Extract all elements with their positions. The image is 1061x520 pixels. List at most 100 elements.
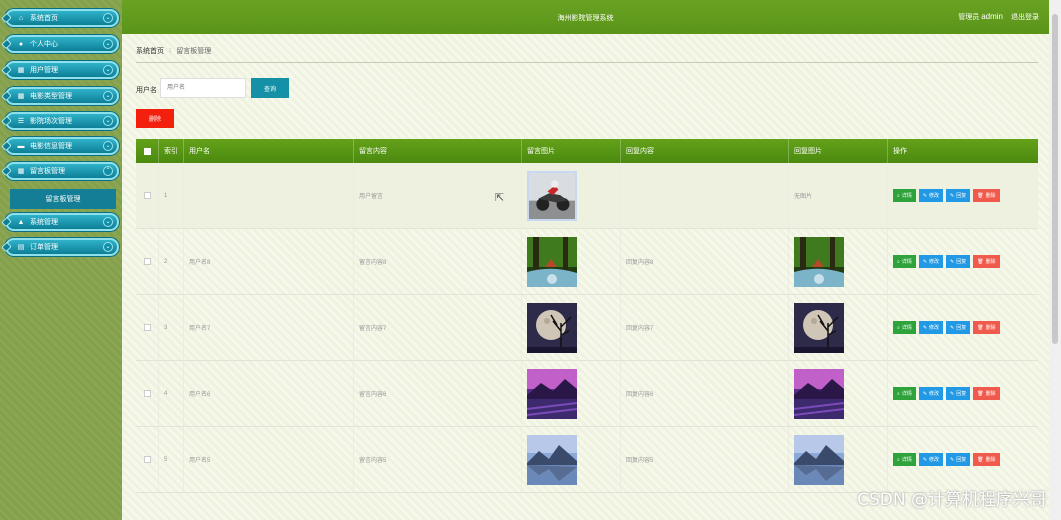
row-checkbox[interactable]	[143, 324, 151, 331]
submenu-item-messages[interactable]: 留言板管理	[10, 189, 116, 209]
cell-username: 用户名5	[184, 427, 354, 492]
edit-label: 修改	[929, 457, 940, 463]
message-thumbnail[interactable]	[527, 434, 577, 485]
cell-image	[522, 427, 621, 492]
chevron-down-icon: ⌄	[103, 242, 113, 252]
row-checkbox[interactable]	[143, 456, 151, 463]
search-icon: ⌕	[897, 258, 900, 265]
trash-icon: 🗑	[977, 258, 984, 265]
col-actions: 操作	[893, 148, 907, 155]
username: admin	[981, 12, 1003, 21]
cell-image	[522, 295, 621, 360]
delete-button[interactable]: 🗑 删除	[973, 255, 1000, 268]
reply-button[interactable]: ✎ 回复	[946, 189, 971, 202]
no-image-text: 无图片	[794, 194, 813, 200]
edit-button[interactable]: ✎ 修改	[918, 255, 944, 268]
pencil-icon: ✎	[922, 258, 928, 265]
delete-button[interactable]: 🗑 删除	[973, 321, 1000, 334]
detail-button[interactable]: ⌕ 详情	[893, 321, 916, 334]
sidebar-item-home[interactable]: ⌂ 系统首页 ⌄	[1, 9, 119, 27]
delete-button[interactable]: 🗑 删除	[973, 453, 1000, 466]
bulk-delete-button[interactable]: 删除	[136, 109, 174, 128]
message-thumbnail[interactable]	[527, 170, 577, 221]
sidebar-item-label: 订单管理	[30, 244, 58, 251]
menu-cap	[1, 90, 12, 102]
select-all-checkbox[interactable]	[143, 147, 151, 155]
sidebar-item-sessions[interactable]: ☰ 影院场次管理 ⌄	[1, 112, 119, 130]
reply-button[interactable]: ✎ 回复	[946, 387, 971, 400]
cell-index: 5	[159, 427, 184, 492]
sidebar-item-label: 个人中心	[30, 41, 58, 48]
search-input[interactable]	[160, 78, 246, 98]
divider	[136, 62, 1038, 63]
detail-button[interactable]: ⌕ 详情	[893, 387, 916, 400]
user-role: 管理员	[958, 14, 980, 21]
cell-index: 1	[159, 163, 184, 228]
delete-label: 删除	[985, 193, 996, 199]
search-label: 用户名	[136, 87, 157, 94]
sidebar-item-users[interactable]: ▦ 用户管理 ⌄	[1, 61, 119, 79]
table-header: 索引 用户名 留言内容 留言图片 回复内容 回复图片 操作	[136, 139, 1038, 163]
table-body: 1 用户留言 无图片 ⌕ 详情 ✎ 修改 ✎ 回复 🗑 删除 2 用户名8 留言内容8 回复内容8 ⌕ 详情 ✎ 修…	[136, 163, 1038, 493]
delete-button[interactable]: 🗑 删除	[973, 387, 1000, 400]
message-thumbnail[interactable]	[794, 302, 844, 353]
sidebar-item-system[interactable]: ▲ 系统管理 ⌄	[1, 213, 119, 231]
message-thumbnail[interactable]	[794, 236, 844, 287]
user-area: 管理员 admin 退出登录	[958, 12, 1039, 22]
col-index: 索引	[159, 139, 184, 163]
edit-button[interactable]: ✎ 修改	[918, 453, 944, 466]
sidebar-item-messages[interactable]: ▦ 留言板管理 ⌃	[1, 162, 119, 180]
pencil-icon: ✎	[922, 390, 928, 397]
scrollbar-thumb[interactable]	[1052, 14, 1058, 344]
detail-button[interactable]: ⌕ 详情	[893, 255, 916, 268]
row-checkbox[interactable]	[143, 192, 151, 199]
cell-actions: ⌕ 详情 ✎ 修改 ✎ 回复 🗑 删除	[888, 361, 1038, 426]
reply-button[interactable]: ✎ 回复	[946, 321, 971, 334]
cell-reply	[621, 163, 789, 228]
cell-index: 2	[159, 229, 184, 294]
message-thumbnail[interactable]	[526, 368, 578, 419]
edit-button[interactable]: ✎ 修改	[918, 387, 944, 400]
edit-label: 修改	[929, 193, 940, 199]
menu-cap	[1, 216, 12, 228]
edit-label: 修改	[929, 391, 940, 397]
user-icon: ●	[18, 40, 24, 48]
cell-reply-image	[789, 295, 888, 360]
sidebar-item-label: 系统首页	[30, 15, 58, 22]
cell-reply: 回复内容6	[621, 361, 789, 426]
breadcrumb: 系统首页 ⁝ 留言板管理	[136, 46, 211, 56]
message-thumbnail[interactable]	[527, 302, 577, 353]
search-button[interactable]: 查询	[251, 78, 289, 98]
detail-button[interactable]: ⌕ 详情	[893, 189, 916, 202]
edit-button[interactable]: ✎ 修改	[918, 189, 944, 202]
cell-index: 4	[159, 361, 184, 426]
row-checkbox[interactable]	[143, 390, 151, 397]
reply-button[interactable]: ✎ 回复	[946, 255, 971, 268]
table-row: 4 用户名6 留言内容6 回复内容6 ⌕ 详情 ✎ 修改 ✎ 回复 🗑 删除	[136, 361, 1038, 427]
cell-reply-image	[789, 427, 888, 492]
detail-button[interactable]: ⌕ 详情	[893, 453, 916, 466]
logout-link[interactable]: 退出登录	[1011, 12, 1039, 22]
breadcrumb-home[interactable]: 系统首页	[136, 48, 164, 55]
chevron-down-icon: ⌄	[103, 217, 113, 227]
edit-button[interactable]: ✎ 修改	[918, 321, 944, 334]
reply-button[interactable]: ✎ 回复	[946, 453, 971, 466]
cell-reply: 回复内容7	[621, 295, 789, 360]
page-scrollbar[interactable]	[1049, 0, 1061, 520]
trash-icon: 🗑	[977, 456, 984, 463]
grid-icon: ▦	[17, 67, 25, 74]
trash-icon: 🗑	[977, 324, 984, 331]
cell-image	[522, 229, 621, 294]
message-thumbnail[interactable]	[794, 434, 844, 485]
sidebar-item-orders[interactable]: ▤ 订单管理 ⌄	[1, 238, 119, 256]
search-icon: ⌕	[897, 456, 900, 463]
sidebar-item-movie-types[interactable]: ▦ 电影类型管理 ⌄	[1, 87, 119, 105]
detail-label: 详情	[901, 325, 912, 331]
row-checkbox[interactable]	[143, 258, 151, 265]
sidebar-item-profile[interactable]: ● 个人中心 ⌄	[1, 35, 119, 53]
message-thumbnail[interactable]	[527, 236, 577, 287]
app-title: 海州影院管理系统	[557, 15, 614, 22]
message-thumbnail[interactable]	[793, 368, 845, 419]
sidebar-item-movies[interactable]: ▬ 电影信息管理 ⌄	[1, 137, 119, 155]
delete-button[interactable]: 🗑 删除	[973, 189, 1000, 202]
